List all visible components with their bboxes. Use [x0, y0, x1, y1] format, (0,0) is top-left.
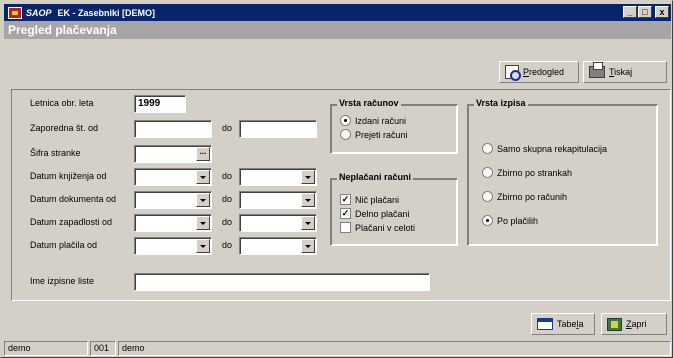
print-list-field[interactable] [134, 273, 430, 291]
close-button[interactable]: x [655, 6, 669, 18]
table-label-start: Tabe [557, 319, 577, 329]
doc-date-to[interactable] [239, 191, 317, 209]
radio-issued-invoices[interactable]: Izdani računi [340, 115, 406, 126]
minimize-button[interactable]: _ [623, 6, 637, 18]
radio-label: Zbirno po strankah [497, 167, 573, 178]
preview-button[interactable]: Predogled [499, 61, 579, 83]
booking-date-from[interactable] [134, 168, 212, 186]
check-partially-paid[interactable]: ✓ Delno plačani [340, 208, 410, 219]
close-label: Zapri [626, 319, 647, 329]
radio-label: Samo skupna rekapitulacija [497, 143, 608, 154]
check-label: Nič plačani [355, 194, 400, 205]
seq-from-field[interactable] [134, 120, 212, 138]
status-code: 001 [90, 341, 116, 356]
preview-label-rest: redogled [529, 67, 565, 77]
booking-date-to-label: do [222, 171, 233, 181]
radio-label: Izdani računi [355, 115, 407, 126]
check-fully-paid[interactable]: Plačani v celoti [340, 222, 415, 233]
table-label: Tabela [557, 319, 584, 329]
radio-icon [482, 167, 493, 178]
invoice-type-title: Vrsta računov [337, 98, 401, 108]
booking-date-to[interactable] [239, 168, 317, 186]
table-button[interactable]: Tabela [531, 313, 595, 335]
due-date-from-label: Datum zapadlosti od [30, 217, 113, 227]
checkbox-icon: ✓ [340, 194, 351, 205]
check-not-paid[interactable]: ✓ Nič plačani [340, 194, 399, 205]
close-icon [607, 317, 622, 331]
page-title: Pregled plačevanja [4, 21, 671, 39]
maximize-button[interactable]: □ [638, 6, 652, 18]
invoice-type-group: Vrsta računov Izdani računi Prejeti raču… [330, 98, 458, 154]
radio-icon [482, 143, 493, 154]
doc-date-from-label: Datum dokumenta od [30, 194, 117, 204]
preview-icon [505, 65, 521, 81]
printer-icon [589, 62, 605, 78]
radio-icon [340, 115, 351, 126]
year-label: Letnica obr. leta [30, 98, 94, 108]
chevron-down-icon[interactable] [301, 170, 315, 184]
print-type-title: Vrsta izpisa [474, 98, 528, 108]
print-list-label: Ime izpisne liste [30, 276, 95, 286]
radio-icon [340, 129, 351, 140]
radio-summary-only[interactable]: Samo skupna rekapitulacija [482, 143, 607, 154]
due-date-to[interactable] [239, 214, 317, 232]
chevron-down-icon[interactable] [301, 216, 315, 230]
payment-date-to-label: do [222, 240, 233, 250]
check-label: Delno plačani [355, 208, 410, 219]
unpaid-title: Neplačani računi [337, 172, 414, 182]
chevron-down-icon[interactable] [196, 170, 210, 184]
radio-by-customers[interactable]: Zbirno po strankah [482, 167, 572, 178]
chevron-down-icon[interactable] [196, 216, 210, 230]
chevron-down-icon[interactable] [301, 239, 315, 253]
form-panel: Letnica obr. leta 1999 Zaporedna št. od … [11, 89, 671, 301]
radio-received-invoices[interactable]: Prejeti računi [340, 129, 408, 140]
status-bar: demo 001 demo [4, 341, 671, 356]
customer-code-label: Šifra stranke [30, 148, 81, 158]
seq-to-label: do [222, 123, 233, 133]
due-date-to-label: do [222, 217, 233, 227]
lookup-button[interactable]: ... [196, 147, 210, 161]
customer-code-field[interactable]: ... [134, 145, 212, 163]
radio-label: Po plačilih [497, 215, 539, 226]
doc-date-to-label: do [222, 194, 233, 204]
payment-date-from-label: Datum plačila od [30, 240, 98, 250]
status-user: demo [4, 341, 88, 356]
app-icon [8, 6, 22, 19]
print-button[interactable]: Tiskaj [583, 61, 667, 83]
print-type-group: Vrsta izpisa Samo skupna rekapitulacija … [467, 98, 658, 246]
window-title: EK - Zasebniki [DEMO] [57, 7, 156, 18]
chevron-down-icon[interactable] [196, 239, 210, 253]
preview-label: Predogled [523, 67, 564, 77]
chevron-down-icon[interactable] [301, 193, 315, 207]
radio-label: Prejeti računi [355, 129, 408, 140]
radio-label: Zbirno po računih [497, 191, 568, 202]
radio-icon [482, 191, 493, 202]
table-label-end: a [578, 319, 584, 329]
close-form-button[interactable]: Zapri [601, 313, 667, 335]
table-icon [537, 318, 553, 330]
check-label: Plačani v celoti [355, 222, 416, 233]
radio-icon [482, 215, 493, 226]
seq-to-field[interactable] [239, 120, 317, 138]
app-window: SAOP EK - Zasebniki [DEMO] _ □ x Pregled… [0, 0, 673, 358]
status-company: demo [118, 341, 671, 356]
radio-by-payments[interactable]: Po plačilih [482, 215, 538, 226]
booking-date-from-label: Datum knjiženja od [30, 171, 107, 181]
print-label-rest: iskaj [614, 67, 633, 77]
close-label-rest: apri [631, 319, 647, 329]
seq-from-label: Zaporedna št. od [30, 123, 99, 133]
doc-date-from[interactable] [134, 191, 212, 209]
checkbox-icon: ✓ [340, 208, 351, 219]
title-bar: SAOP EK - Zasebniki [DEMO] _ □ x [4, 4, 671, 21]
unpaid-group: Neplačani računi ✓ Nič plačani ✓ Delno p… [330, 172, 458, 246]
payment-date-from[interactable] [134, 237, 212, 255]
radio-by-invoices[interactable]: Zbirno po računih [482, 191, 567, 202]
print-label: Tiskaj [609, 67, 632, 77]
payment-date-to[interactable] [239, 237, 317, 255]
checkbox-icon [340, 222, 351, 233]
app-name: SAOP [26, 7, 52, 18]
year-field[interactable]: 1999 [134, 95, 186, 113]
due-date-from[interactable] [134, 214, 212, 232]
chevron-down-icon[interactable] [196, 193, 210, 207]
